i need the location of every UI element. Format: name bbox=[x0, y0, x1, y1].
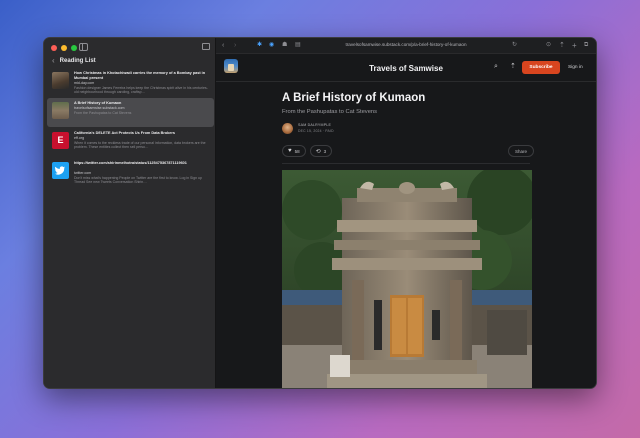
post-actions: ♥ 58 ⟲ 3 bbox=[282, 145, 333, 157]
item-title: https://twitter.com/shirinmelhotra/statu… bbox=[74, 161, 187, 165]
item-description: When it comes to the reckless trade of o… bbox=[74, 140, 206, 150]
item-description: Fashion designer James Ferreira helps ke… bbox=[74, 85, 208, 94]
like-button[interactable]: ♥ 58 bbox=[282, 145, 306, 157]
author-name[interactable]: SAM DALRYMPLE bbox=[298, 123, 331, 127]
sign-in-link[interactable]: Sign in bbox=[568, 65, 583, 70]
back-chevron-icon[interactable]: ‹ bbox=[52, 56, 55, 65]
article-thumbnail bbox=[52, 102, 69, 119]
browser-window: ‹ Reading List How Christmas in Khotachi… bbox=[43, 37, 597, 389]
search-icon[interactable]: ⌕ bbox=[494, 63, 498, 71]
window-controls bbox=[51, 45, 77, 51]
close-window-button[interactable] bbox=[51, 45, 57, 51]
minimize-window-button[interactable] bbox=[61, 45, 67, 51]
restack-icon: ⟲ bbox=[315, 148, 321, 155]
share-icon[interactable]: ⇡ bbox=[559, 41, 565, 50]
subscribe-button[interactable]: Subscribe bbox=[522, 61, 560, 74]
download-icon[interactable]: ⊙ bbox=[546, 41, 551, 50]
reading-list-item[interactable]: How Christmas in Khotachiwadi carries th… bbox=[47, 68, 214, 97]
restack-count: 3 bbox=[323, 148, 327, 154]
reading-list-item[interactable]: https://twitter.com/shirinmelhotra/statu… bbox=[47, 158, 214, 187]
heart-icon: ♥ bbox=[288, 148, 292, 154]
item-description: Don't miss what's happening People on Tw… bbox=[74, 175, 202, 184]
reading-list-item-active[interactable]: A Brief History of Kumaon travelsofsamwi… bbox=[47, 98, 214, 127]
sidebar-toggle-icon[interactable] bbox=[79, 43, 88, 51]
divider bbox=[282, 163, 530, 164]
eff-logo-icon: E bbox=[52, 132, 69, 149]
article-thumbnail bbox=[52, 72, 69, 89]
reading-list: How Christmas in Khotachiwadi carries th… bbox=[47, 68, 214, 188]
post-subtitle: From the Pashupatas to Cat Stevens bbox=[282, 109, 378, 115]
reading-list-header: ‹ Reading List bbox=[52, 56, 96, 65]
post-meta: DEC 15, 2024 · PAID bbox=[298, 129, 334, 133]
reading-list-item[interactable]: E California's DELETE Act Protects Us Fr… bbox=[47, 128, 214, 157]
share-icon[interactable]: ⇡ bbox=[510, 62, 516, 70]
reload-icon[interactable]: ↻ bbox=[512, 41, 517, 50]
hero-image-temple bbox=[282, 170, 532, 388]
tab-overview-icon[interactable]: ⧉ bbox=[584, 41, 588, 50]
site-header: Travels of Samwise ⌕ ⇡ Subscribe Sign in bbox=[216, 55, 596, 82]
reading-list-title: Reading List bbox=[59, 57, 96, 64]
restack-button[interactable]: ⟲ 3 bbox=[309, 145, 333, 157]
share-button[interactable]: Share bbox=[508, 145, 535, 157]
author-avatar[interactable] bbox=[282, 123, 293, 134]
post-title: A Brief History of Kumaon bbox=[282, 92, 426, 104]
item-description: From the Pashupatas to Cat Stevens bbox=[74, 110, 132, 115]
like-count: 58 bbox=[294, 148, 300, 154]
reading-list-sidebar: ‹ Reading List How Christmas in Khotachi… bbox=[44, 38, 216, 388]
item-title: How Christmas in Khotachiwadi carries th… bbox=[74, 71, 206, 80]
twitter-bird-icon bbox=[52, 162, 69, 179]
zoom-window-button[interactable] bbox=[71, 45, 77, 51]
browser-toolbar: ‹ › ✱ ◉ ☗ ▤ travelsofsamwise.substack.co… bbox=[216, 38, 596, 54]
browser-content: ‹ › ✱ ◉ ☗ ▤ travelsofsamwise.substack.co… bbox=[216, 38, 596, 388]
tab-overview-icon[interactable] bbox=[202, 43, 210, 50]
new-tab-icon[interactable]: + bbox=[572, 41, 577, 50]
address-bar[interactable]: travelsofsamwise.substack.com/p/a-brief-… bbox=[216, 42, 596, 47]
